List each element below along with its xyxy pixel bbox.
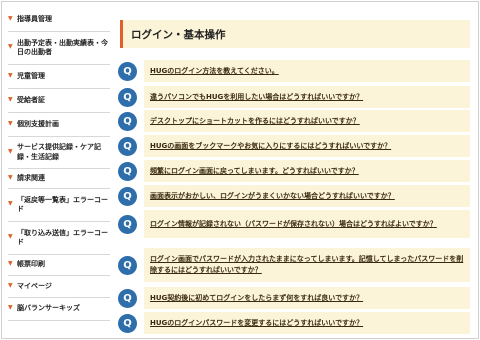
- chevron-down-icon: ▼: [8, 43, 13, 50]
- sidebar-item-staff[interactable]: ▼ 指導員管理: [8, 8, 110, 32]
- sidebar-item-return-error-codes[interactable]: ▼ 「返戻等一覧表」エラーコード: [8, 189, 110, 222]
- sidebar-item-label: 指導員管理: [17, 14, 52, 23]
- page-title: ログイン・基本操作: [131, 28, 226, 41]
- main-content: ログイン・基本操作 Q HUGのログイン方法を教えてください。 Q 違うパソコン…: [118, 2, 476, 338]
- section-header: ログイン・基本操作: [120, 20, 470, 48]
- sidebar-item-label: 「取り込み送信」エラーコード: [17, 228, 108, 247]
- chevron-down-icon: ▼: [8, 200, 13, 207]
- sidebar-item-children[interactable]: ▼ 児童管理: [8, 65, 110, 89]
- sidebar-item-service-records[interactable]: ▼ サービス提供記録・ケア記録・生活記録: [8, 137, 110, 169]
- faq-item[interactable]: Q HUGの画面をブックマークやお気に入りにするにはどうすればいいですか？: [118, 135, 470, 157]
- chevron-down-icon: ▼: [8, 147, 13, 155]
- sidebar-item-label: 帳票印刷: [17, 260, 45, 269]
- faq-item[interactable]: Q 画面表示がおかしい、ログインがうまくいかない場合どうすればいいですか？: [118, 185, 470, 207]
- chevron-down-icon: ▼: [8, 233, 13, 240]
- faq-question-box: デスクトップにショートカットを作るにはどうすればいいですか？: [144, 110, 470, 132]
- chevron-down-icon: ▼: [8, 95, 13, 103]
- faq-question-link[interactable]: HUGの画面をブックマークやお気に入りにするにはどうすればいいですか？: [150, 141, 391, 152]
- question-badge: Q: [118, 313, 137, 333]
- sidebar-item-label: 受給者証: [17, 95, 45, 104]
- question-badge: Q: [118, 161, 137, 181]
- faq-question-box: ログイン画面でパスワードが入力されたままになってしまいます。記憶してしまったパス…: [144, 248, 470, 282]
- faq-question-link[interactable]: 頻繁にログイン画面に戻ってしまいます。どうすればいいですか？: [150, 166, 359, 177]
- question-badge: Q: [118, 214, 137, 234]
- faq-question-link[interactable]: デスクトップにショートカットを作るにはどうすればいいですか？: [150, 116, 360, 127]
- faq-question-link[interactable]: HUGのログイン方法を教えてください。: [150, 66, 279, 77]
- question-badge: Q: [118, 255, 137, 275]
- chevron-down-icon: ▼: [8, 173, 13, 181]
- faq-question-link[interactable]: 違うパソコンでもHUGを利用したい場合はどうすればいいですか？: [150, 92, 363, 103]
- sidebar-item-import-error-codes[interactable]: ▼ 「取り込み送信」エラーコード: [8, 222, 110, 255]
- faq-question-box: HUGのログインパスワードを変更するにはどうすればいいですか？: [144, 312, 470, 334]
- faq-item[interactable]: Q HUGのログインパスワードを変更するにはどうすればいいですか？: [118, 312, 470, 334]
- sidebar-item-label: 児童管理: [17, 71, 45, 80]
- chevron-down-icon: ▼: [8, 71, 13, 79]
- sidebar-item-label: 脳バランサーキッズ: [17, 304, 80, 313]
- sidebar-item-support-plan[interactable]: ▼ 個別支援計画: [8, 113, 110, 137]
- sidebar-item-label: 請求関連: [17, 173, 45, 182]
- faq-item[interactable]: Q 違うパソコンでもHUGを利用したい場合はどうすればいいですか？: [118, 86, 470, 108]
- chevron-down-icon: ▼: [8, 281, 13, 289]
- sidebar-item-label: マイページ: [17, 281, 52, 290]
- faq-item[interactable]: Q 頻繁にログイン画面に戻ってしまいます。どうすればいいですか？: [118, 160, 470, 182]
- faq-question-link[interactable]: HUG契約後に初めてログインをしたらまず何をすれば良いですか？: [150, 293, 363, 304]
- faq-question-box: ログイン情報が記録されない（パスワードが保存されない）場合はどうすればよいですか…: [144, 210, 470, 238]
- faq-question-box: HUG契約後に初めてログインをしたらまず何をすれば良いですか？: [144, 287, 470, 309]
- sidebar-item-label: 出勤予定表・出勤実績表・今日の出勤者: [17, 38, 108, 57]
- faq-item[interactable]: Q ログイン画面でパスワードが入力されたままになってしまいます。記憶してしまった…: [118, 248, 470, 282]
- faq-question-link[interactable]: HUGのログインパスワードを変更するにはどうすればいいですか？: [150, 318, 363, 329]
- sidebar-item-print[interactable]: ▼ 帳票印刷: [8, 255, 110, 276]
- faq-question-box: 頻繁にログイン画面に戻ってしまいます。どうすればいいですか？: [144, 160, 470, 182]
- sidebar-item-label: 「返戻等一覧表」エラーコード: [17, 195, 108, 214]
- faq-question-box: HUGのログイン方法を教えてください。: [144, 60, 470, 82]
- page-frame: ▼ 指導員管理 ▼ 出勤予定表・出勤実績表・今日の出勤者 ▼ 児童管理 ▼ 受給…: [1, 1, 479, 339]
- sidebar-item-brain-balancer[interactable]: ▼ 脳バランサーキッズ: [8, 298, 110, 321]
- sidebar-item-billing[interactable]: ▼ 請求関連: [8, 169, 110, 189]
- sidebar: ▼ 指導員管理 ▼ 出勤予定表・出勤実績表・今日の出勤者 ▼ 児童管理 ▼ 受給…: [2, 2, 114, 338]
- sidebar-item-label: 個別支援計画: [17, 119, 59, 128]
- sidebar-item-certificate[interactable]: ▼ 受給者証: [8, 89, 110, 113]
- question-badge: Q: [118, 136, 137, 156]
- sidebar-item-mypage[interactable]: ▼ マイページ: [8, 276, 110, 298]
- question-badge: Q: [118, 288, 137, 308]
- faq-item[interactable]: Q HUG契約後に初めてログインをしたらまず何をすれば良いですか？: [118, 287, 470, 309]
- faq-question-box: HUGの画面をブックマークやお気に入りにするにはどうすればいいですか？: [144, 135, 470, 157]
- question-badge: Q: [118, 87, 137, 107]
- faq-question-link[interactable]: ログイン画面でパスワードが入力されたままになってしまいます。記憶してしまったパス…: [150, 254, 464, 276]
- chevron-down-icon: ▼: [8, 14, 13, 22]
- chevron-down-icon: ▼: [8, 119, 13, 127]
- faq-question-link[interactable]: ログイン情報が記録されない（パスワードが保存されない）場合はどうすればよいですか…: [150, 219, 437, 230]
- sidebar-item-label: サービス提供記録・ケア記録・生活記録: [17, 143, 101, 161]
- faq-question-link[interactable]: 画面表示がおかしい、ログインがうまくいかない場合どうすればいいですか？: [150, 191, 395, 202]
- faq-item[interactable]: Q ログイン情報が記録されない（パスワードが保存されない）場合はどうすればよいで…: [118, 210, 470, 238]
- question-badge: Q: [118, 111, 137, 131]
- faq-question-box: 違うパソコンでもHUGを利用したい場合はどうすればいいですか？: [144, 86, 470, 108]
- faq-item[interactable]: Q デスクトップにショートカットを作るにはどうすればいいですか？: [118, 110, 470, 132]
- faq-question-box: 画面表示がおかしい、ログインがうまくいかない場合どうすればいいですか？: [144, 185, 470, 207]
- faq-item[interactable]: Q HUGのログイン方法を教えてください。: [118, 60, 470, 82]
- question-badge: Q: [118, 61, 137, 81]
- question-badge: Q: [118, 186, 137, 206]
- chevron-down-icon: ▼: [8, 260, 13, 267]
- sidebar-item-attendance[interactable]: ▼ 出勤予定表・出勤実績表・今日の出勤者: [8, 32, 110, 65]
- chevron-down-icon: ▼: [8, 304, 13, 311]
